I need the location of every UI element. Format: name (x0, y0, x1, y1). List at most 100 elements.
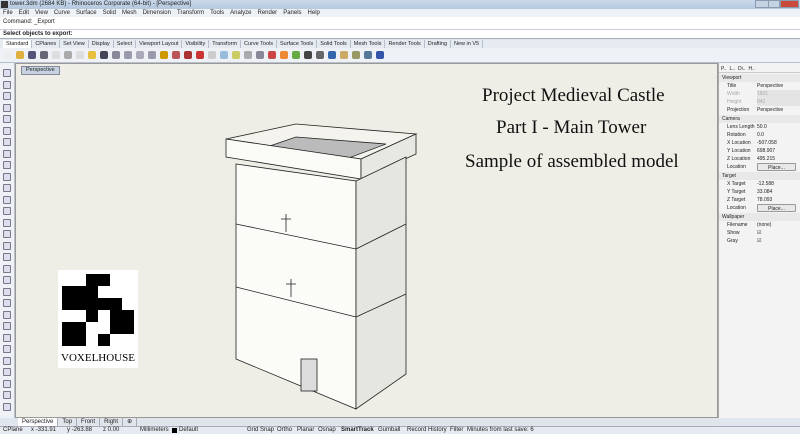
left-tool-icon-7[interactable] (3, 149, 11, 158)
menu-dimension[interactable]: Dimension (143, 9, 171, 17)
left-tool-icon-13[interactable] (3, 218, 11, 227)
command-prompt[interactable]: Select objects to export: (3, 31, 73, 37)
toolbar-icon-25[interactable] (304, 51, 312, 59)
toolbar-icon-30[interactable] (364, 51, 372, 59)
menu-transform[interactable]: Transform (177, 9, 204, 17)
left-tool-icon-1[interactable] (3, 80, 11, 89)
left-tool-icon-11[interactable] (3, 195, 11, 204)
menu-analyze[interactable]: Analyze (230, 9, 251, 17)
panel-tab-display[interactable]: Di.. (738, 66, 746, 72)
tab-select[interactable]: Select (114, 40, 137, 48)
tab-mesh-tools[interactable]: Mesh Tools (351, 40, 386, 48)
gumball-toggle[interactable]: Gumball (378, 427, 400, 434)
menu-file[interactable]: File (3, 9, 13, 17)
tab-standard[interactable]: Standard (3, 40, 33, 48)
toolbar-icon-12[interactable] (148, 51, 156, 59)
vtab-top[interactable]: Top (58, 418, 78, 426)
close-button[interactable] (780, 0, 799, 8)
left-tool-icon-29[interactable] (3, 402, 11, 411)
left-tool-icon-15[interactable] (3, 241, 11, 250)
left-tool-icon-26[interactable] (3, 368, 11, 376)
left-tool-icon-9[interactable] (3, 172, 11, 181)
filter-button[interactable]: Filter (450, 427, 463, 434)
toolbar-icon-3[interactable] (40, 51, 48, 59)
toolbar-icon-15[interactable] (184, 51, 192, 59)
left-tool-icon-2[interactable] (3, 92, 11, 100)
cplane-label[interactable]: CPlane (3, 427, 23, 434)
panel-tab-help[interactable]: H.. (749, 66, 755, 72)
left-tool-icon-18[interactable] (3, 276, 11, 284)
toolbar-icon-13[interactable] (160, 51, 168, 59)
lens-length-field[interactable]: 50.0 (757, 123, 800, 131)
x-location-field[interactable]: -507.058 (757, 139, 800, 147)
menu-tools[interactable]: Tools (210, 9, 224, 17)
left-tool-icon-14[interactable] (3, 230, 11, 238)
left-tool-icon-4[interactable] (3, 115, 11, 123)
toolbar-icon-28[interactable] (340, 51, 348, 59)
viewport-label[interactable]: Perspective (21, 66, 60, 75)
toolbar-icon-1[interactable] (16, 51, 24, 59)
toolbar-icon-17[interactable] (208, 51, 216, 59)
tab-visibility[interactable]: Visibility (182, 40, 210, 48)
menu-mesh[interactable]: Mesh (122, 9, 137, 17)
grid-snap-toggle[interactable]: Grid Snap (247, 427, 274, 434)
y-target-field[interactable]: 33.084 (757, 188, 800, 196)
add-viewport-tab-button[interactable]: ⊕ (123, 418, 138, 426)
toolbar-icon-22[interactable] (268, 51, 276, 59)
show-checkbox[interactable]: ☑ (757, 229, 800, 237)
toolbar-icon-23[interactable] (280, 51, 288, 59)
toolbar-icon-16[interactable] (196, 51, 204, 59)
tab-new-in-v5[interactable]: New in V5 (451, 40, 484, 48)
tab-solid-tools[interactable]: Solid Tools (317, 40, 351, 48)
perspective-viewport[interactable]: Perspective Project Medieval Castle Part… (15, 63, 718, 418)
osnap-toggle[interactable]: Osnap (318, 427, 336, 434)
panel-tab-layers[interactable]: L.. (729, 66, 735, 72)
left-tool-icon-19[interactable] (3, 287, 11, 296)
left-tool-icon-20[interactable] (3, 299, 11, 307)
camera-place-button[interactable]: Place... (757, 163, 796, 171)
menu-solid[interactable]: Solid (103, 9, 116, 17)
projection-select[interactable]: Perspective (757, 106, 800, 114)
tab-drafting[interactable]: Drafting (425, 40, 452, 48)
title-field[interactable]: Perspective (757, 82, 800, 90)
toolbar-icon-9[interactable] (112, 51, 120, 59)
left-tool-icon-10[interactable] (3, 184, 11, 192)
menu-edit[interactable]: Edit (19, 9, 29, 17)
tab-viewport-layout[interactable]: Viewport Layout (136, 40, 183, 48)
smarttrack-toggle[interactable]: SmartTrack (341, 427, 374, 434)
z-target-field[interactable]: 78.093 (757, 196, 800, 204)
left-tool-icon-21[interactable] (3, 310, 11, 319)
ortho-toggle[interactable]: Ortho (277, 427, 292, 434)
toolbar-icon-14[interactable] (172, 51, 180, 59)
menu-curve[interactable]: Curve (54, 9, 70, 17)
rotation-field[interactable]: 0.0 (757, 131, 800, 139)
left-tool-icon-6[interactable] (3, 138, 11, 146)
x-target-field[interactable]: -12.588 (757, 180, 800, 188)
toolbar-icon-29[interactable] (352, 51, 360, 59)
tab-set-view[interactable]: Set View (60, 40, 89, 48)
left-tool-icon-25[interactable] (3, 356, 11, 365)
tab-render-tools[interactable]: Render Tools (385, 40, 425, 48)
units[interactable]: Millimeters (140, 427, 169, 434)
toolbar-icon-21[interactable] (256, 51, 264, 59)
target-place-button[interactable]: Place... (757, 204, 796, 212)
toolbar-icon-10[interactable] (124, 51, 132, 59)
z-location-field[interactable]: 495.215 (757, 155, 800, 163)
left-tool-icon-12[interactable] (3, 207, 11, 215)
toolbar-icon-24[interactable] (292, 51, 300, 59)
left-tool-icon-28[interactable] (3, 391, 11, 399)
gray-checkbox[interactable]: ☑ (757, 237, 800, 245)
left-tool-icon-8[interactable] (3, 161, 11, 169)
left-tool-icon-16[interactable] (3, 253, 11, 261)
panel-tab-properties[interactable]: P.. (721, 66, 726, 72)
tab-cplanes[interactable]: CPlanes (32, 40, 61, 48)
menu-surface[interactable]: Surface (76, 9, 97, 17)
left-tool-icon-0[interactable] (3, 69, 11, 77)
toolbar-icon-11[interactable] (136, 51, 144, 59)
tab-transform[interactable]: Transform (209, 40, 242, 48)
menu-view[interactable]: View (35, 9, 48, 17)
toolbar-icon-31[interactable] (376, 51, 384, 59)
vtab-front[interactable]: Front (77, 418, 101, 426)
current-layer[interactable]: Default (179, 427, 198, 434)
tab-display[interactable]: Display (89, 40, 114, 48)
